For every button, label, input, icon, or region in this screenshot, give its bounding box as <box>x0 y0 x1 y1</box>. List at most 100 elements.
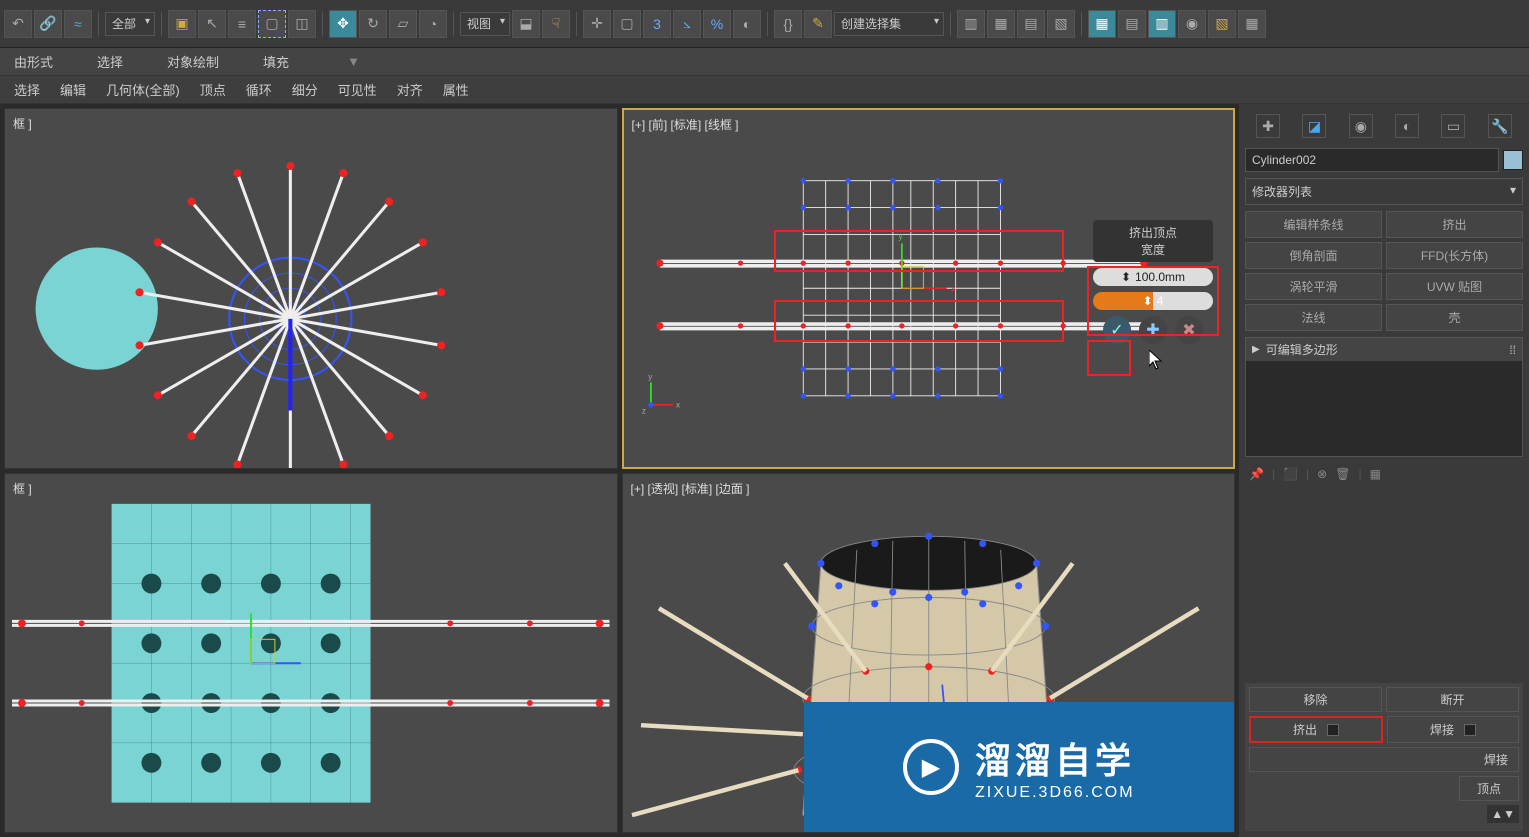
caddy-width-field[interactable]: ⬍ 4 <box>1093 292 1213 310</box>
unique-icon[interactable]: ⊗ <box>1317 467 1327 481</box>
ribbon-freeform[interactable]: 由形式 <box>8 50 59 73</box>
undo-icon[interactable]: ↶ <box>4 10 32 38</box>
hierarchy-tab-icon[interactable]: ◉ <box>1349 114 1373 138</box>
remove-button[interactable]: 移除 <box>1249 687 1382 712</box>
svg-text:y: y <box>898 231 903 241</box>
show-result-icon[interactable]: ⬛ <box>1283 467 1298 481</box>
stack-vertex-icon[interactable]: ⁞⁞ <box>1509 343 1516 357</box>
selection-set-dropdown[interactable]: 创建选择集 <box>834 12 944 36</box>
sub-align[interactable]: 对齐 <box>391 78 429 101</box>
create-tab-icon[interactable]: ✚ <box>1256 114 1280 138</box>
mod-ffd[interactable]: FFD(长方体) <box>1386 242 1523 269</box>
spinner-icon[interactable]: ◐ <box>733 10 761 38</box>
place-icon[interactable]: ◔ <box>419 10 447 38</box>
mod-editspline[interactable]: 编辑样条线 <box>1245 211 1382 238</box>
sub-visibility[interactable]: 可见性 <box>332 78 383 101</box>
viewport-perspective-label: [+] [透视] [标准] [边面 ] <box>631 480 750 497</box>
sub-subdiv[interactable]: 细分 <box>286 78 324 101</box>
edit-vertices-rollout: 移除 断开 挤出 焊接 焊接 顶点 <box>1245 683 1523 831</box>
scale-icon[interactable]: ▱ <box>389 10 417 38</box>
spinner-control-icon[interactable]: ▲▼ <box>1487 805 1519 823</box>
sub-props[interactable]: 属性 <box>437 78 475 101</box>
object-name-field[interactable] <box>1245 148 1499 172</box>
ribbon-objpaint[interactable]: 对象绘制 <box>161 50 225 73</box>
object-color-swatch[interactable] <box>1503 150 1523 170</box>
material-icon[interactable]: ◉ <box>1178 10 1206 38</box>
caddy-cancel-button[interactable]: ✖ <box>1175 316 1203 344</box>
viewport-left[interactable]: 框 ] <box>4 473 618 834</box>
caddy-height-value: 100.0mm <box>1135 270 1185 284</box>
snap-rect-icon[interactable]: ▢ <box>613 10 641 38</box>
modify-tab-icon[interactable]: ◪ <box>1302 114 1326 138</box>
mod-bevel[interactable]: 倒角剖面 <box>1245 242 1382 269</box>
snap-plus-icon[interactable]: ✛ <box>583 10 611 38</box>
viewport-top[interactable]: 框 ] <box>4 108 618 469</box>
vertex-button[interactable]: 顶点 <box>1459 776 1519 801</box>
move-icon[interactable]: ✥ <box>329 10 357 38</box>
curve-editor-icon[interactable]: ▧ <box>1047 10 1075 38</box>
scene-explorer-icon[interactable]: ▤ <box>1118 10 1146 38</box>
mod-uvw[interactable]: UVW 贴图 <box>1386 273 1523 300</box>
snap-3-icon[interactable]: 3 <box>643 10 671 38</box>
viewport-front[interactable]: [+] [前] [标准] [线框 ] <box>622 108 1236 469</box>
cursor-icon[interactable]: ↖ <box>198 10 226 38</box>
align-icon[interactable]: ▦ <box>987 10 1015 38</box>
weld-settings-icon[interactable] <box>1464 724 1476 736</box>
rotate-icon[interactable]: ↻ <box>359 10 387 38</box>
mod-turbosmooth[interactable]: 涡轮平滑 <box>1245 273 1382 300</box>
manip-icon[interactable]: ☟ <box>542 10 570 38</box>
sub-loop[interactable]: 循环 <box>240 78 278 101</box>
display-tab-icon[interactable]: ▭ <box>1441 114 1465 138</box>
extrude-button[interactable]: 挤出 <box>1249 716 1383 743</box>
list-icon[interactable]: ≡ <box>228 10 256 38</box>
ribbon-dropdown-icon[interactable]: ▼ <box>347 54 360 69</box>
motion-tab-icon[interactable]: ◐ <box>1395 114 1419 138</box>
render-frame-icon[interactable]: ▦ <box>1238 10 1266 38</box>
coord-dropdown[interactable]: 视图 <box>460 12 510 36</box>
sub-geom[interactable]: 几何体(全部) <box>100 78 186 101</box>
layers-icon[interactable]: ▤ <box>1017 10 1045 38</box>
mod-extrude[interactable]: 挤出 <box>1386 211 1523 238</box>
spinner-icon: ⬍ <box>1121 270 1131 284</box>
mod-shell[interactable]: 壳 <box>1386 304 1523 331</box>
ribbon-populate[interactable]: 填充 <box>257 50 295 73</box>
caddy-apply-button[interactable]: ✚ <box>1139 316 1167 344</box>
modifier-stack[interactable]: ▶ 可编辑多边形 ⁞⁞ <box>1245 337 1523 457</box>
toggle-ribbon-icon[interactable]: ▦ <box>1088 10 1116 38</box>
configure-icon[interactable]: ▦ <box>1370 467 1381 481</box>
utilities-tab-icon[interactable]: 🔧 <box>1488 114 1512 138</box>
weld-button[interactable]: 焊接 <box>1387 716 1519 743</box>
weld2-button[interactable]: 焊接 <box>1249 747 1519 772</box>
render-setup-icon[interactable]: ▧ <box>1208 10 1236 38</box>
pin-icon[interactable]: 📌 <box>1249 467 1264 481</box>
weld-label: 焊接 <box>1430 721 1454 738</box>
stack-item-editablepoly[interactable]: ▶ 可编辑多边形 ⁞⁞ <box>1246 338 1522 361</box>
unlink-icon[interactable]: ≈ <box>64 10 92 38</box>
snap-angle-icon[interactable]: ⦣ <box>673 10 701 38</box>
mod-normal[interactable]: 法线 <box>1245 304 1382 331</box>
snap-percent-icon[interactable]: % <box>703 10 731 38</box>
modifier-list-dropdown[interactable]: 修改器列表 <box>1245 178 1523 205</box>
remove-mod-icon[interactable]: 🗑 <box>1335 467 1350 481</box>
expand-arrow-icon[interactable]: ▶ <box>1252 344 1260 355</box>
viewport-perspective[interactable]: [+] [透视] [标准] [边面 ] <box>622 473 1236 834</box>
wand-icon[interactable]: ✎ <box>804 10 832 38</box>
break-button[interactable]: 断开 <box>1386 687 1519 712</box>
pivot-icon[interactable]: ⬓ <box>512 10 540 38</box>
rect-select-icon[interactable]: ▢ <box>258 10 286 38</box>
extrude-settings-icon[interactable] <box>1327 724 1339 736</box>
sub-vertex[interactable]: 顶点 <box>194 78 232 101</box>
brace-icon[interactable]: {} <box>774 10 802 38</box>
caddy-confirm-button[interactable]: ✓ <box>1103 316 1131 344</box>
select-icon[interactable]: ▣ <box>168 10 196 38</box>
window-icon[interactable]: ◫ <box>288 10 316 38</box>
mirror-icon[interactable]: ▥ <box>957 10 985 38</box>
filter-dropdown[interactable]: 全部 <box>105 12 155 36</box>
sub-edit[interactable]: 编辑 <box>54 78 92 101</box>
link-icon[interactable]: 🔗 <box>34 10 62 38</box>
caddy-height-field[interactable]: ⬍ 100.0mm <box>1093 268 1213 286</box>
watermark-url: ZIXUE.3D66.COM <box>975 784 1135 802</box>
sub-select[interactable]: 选择 <box>8 78 46 101</box>
ribbon-selection[interactable]: 选择 <box>91 50 129 73</box>
layer-explorer-icon[interactable]: ▥ <box>1148 10 1176 38</box>
